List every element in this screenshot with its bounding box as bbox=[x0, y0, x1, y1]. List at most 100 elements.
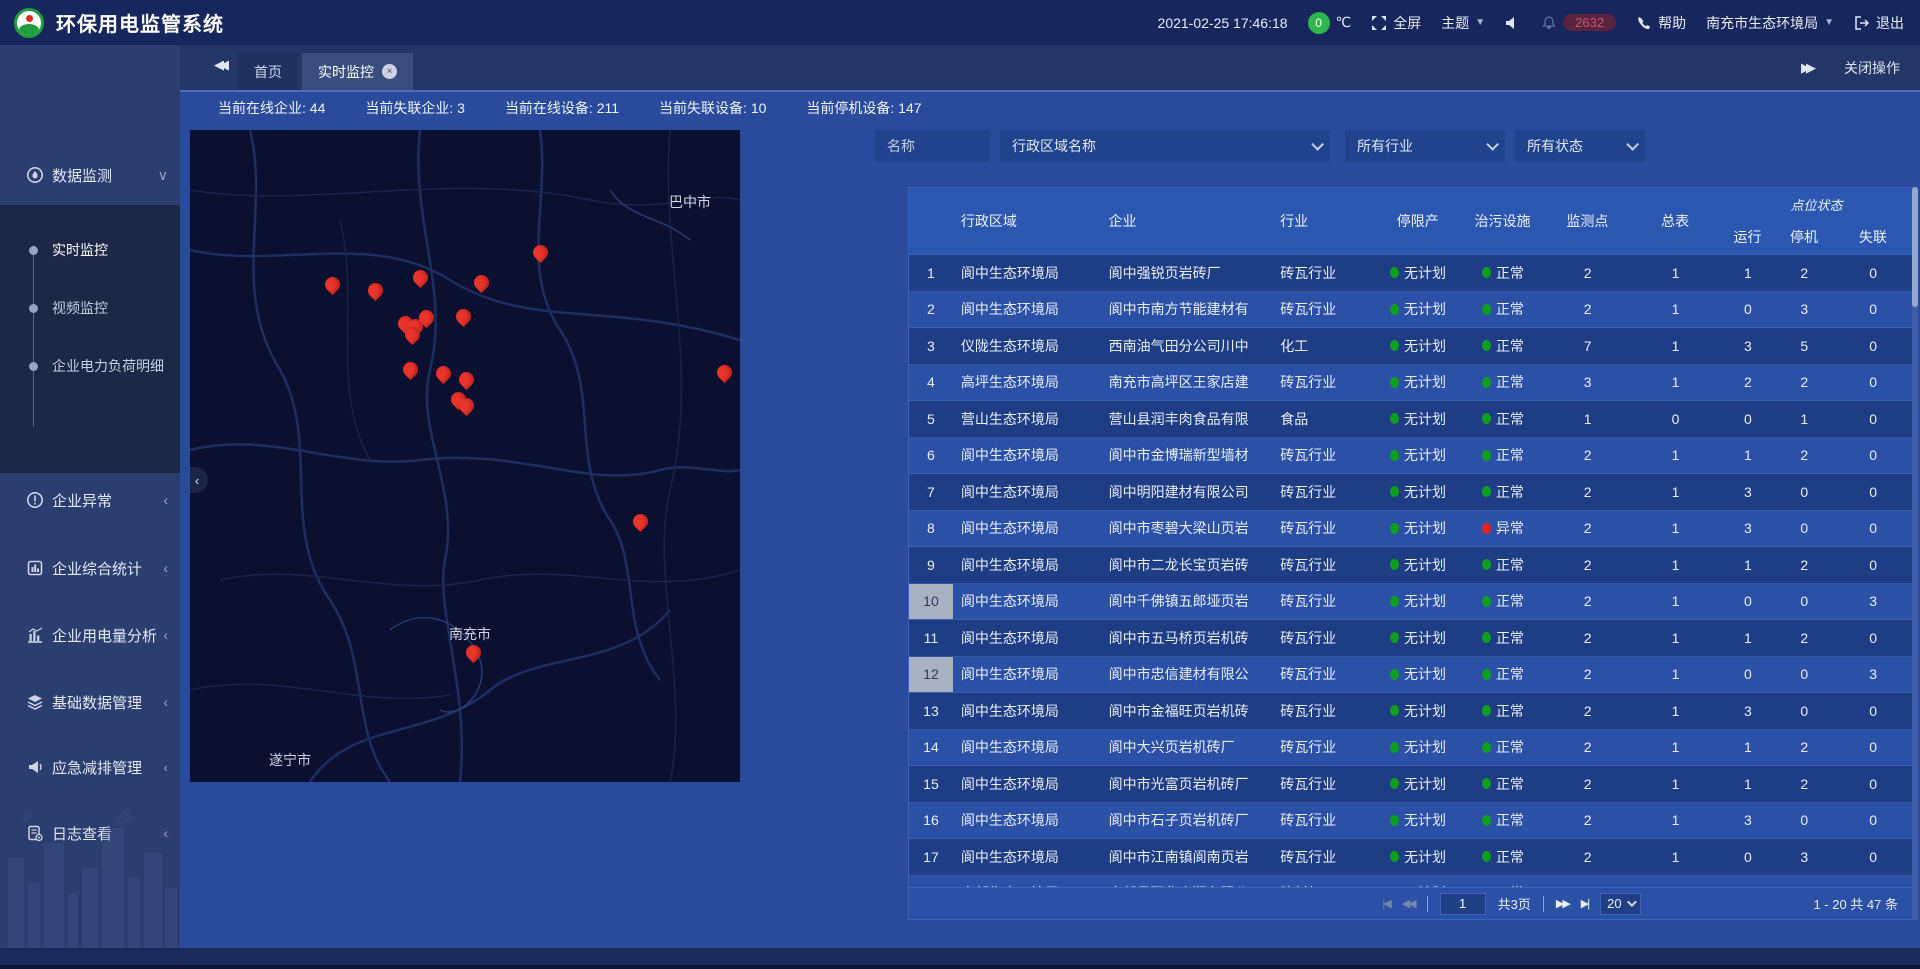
row-number: 15 bbox=[909, 766, 953, 802]
close-operations-button[interactable]: 关闭操作 bbox=[1844, 58, 1900, 78]
table-row[interactable]: 14阆中生态环境局阆中大兴页岩机砖厂砖瓦行业无计划正常21120 bbox=[909, 730, 1914, 767]
cell-mon: 2 bbox=[1544, 803, 1632, 839]
sidebar-item-3[interactable]: 企业用电量分析‹ bbox=[0, 605, 180, 665]
table-row[interactable]: 9阆中生态环境局阆中市二龙长宝页岩砖砖瓦行业无计划正常21120 bbox=[909, 547, 1914, 584]
table-row[interactable]: 7阆中生态环境局阆中明阳建材有限公司砖瓦行业无计划正常21300 bbox=[909, 474, 1914, 511]
name-filter-input[interactable] bbox=[875, 130, 990, 162]
table-row[interactable]: 13阆中生态环境局阆中市金福旺页岩机砖砖瓦行业无计划正常21300 bbox=[909, 693, 1914, 730]
tab-首页[interactable]: 首页 bbox=[238, 53, 298, 90]
status-dot-icon bbox=[1482, 413, 1491, 424]
sidebar-item-label: 基础数据管理 bbox=[52, 692, 142, 713]
row-number: 9 bbox=[909, 547, 953, 583]
cell-region: 阆中生态环境局 bbox=[953, 584, 1101, 620]
region-filter-select[interactable]: 行政区域名称 bbox=[1000, 130, 1330, 162]
table-row[interactable]: 1阆中生态环境局阆中强锐页岩砖厂砖瓦行业无计划正常21120 bbox=[909, 255, 1914, 292]
map-panel[interactable]: 巴中市南充市遂宁市 ‹ bbox=[190, 130, 740, 782]
sidebar-item-label: 数据监测 bbox=[52, 165, 112, 186]
cell-tot: 1 bbox=[1632, 803, 1720, 839]
row-number: 8 bbox=[909, 511, 953, 547]
tab-实时监控[interactable]: 实时监控× bbox=[302, 53, 413, 90]
cell-industry: 砖瓦行业 bbox=[1272, 511, 1374, 547]
table-row[interactable]: 16阆中生态环境局阆中市石子页岩机砖厂砖瓦行业无计划正常21300 bbox=[909, 803, 1914, 840]
stat-item-2: 当前在线设备: 211 bbox=[505, 98, 619, 122]
cell-run: 3 bbox=[1719, 328, 1776, 364]
next-page-button[interactable]: ▶▶ bbox=[1556, 897, 1569, 910]
fullscreen-button[interactable]: 全屏 bbox=[1371, 13, 1421, 33]
cell-stop: 1 bbox=[1776, 401, 1832, 437]
page-number-input[interactable] bbox=[1440, 893, 1486, 915]
notifications[interactable]: 2632 bbox=[1541, 14, 1616, 31]
last-page-button[interactable]: ▶| bbox=[1581, 897, 1588, 910]
sidebar-subitem-2[interactable]: 企业电力负荷明细 bbox=[0, 354, 180, 378]
temperature-badge: 0 bbox=[1308, 12, 1330, 34]
cell-industry: 砖瓦行业 bbox=[1272, 438, 1374, 474]
cell-industry: 砖瓦行业 bbox=[1272, 620, 1374, 656]
status-dot-icon bbox=[1390, 778, 1399, 789]
cell-facility: 正常 bbox=[1462, 365, 1544, 401]
sidebar-item-4[interactable]: 基础数据管理‹ bbox=[0, 672, 180, 732]
table-row[interactable]: 15阆中生态环境局阆中市光富页岩机砖厂砖瓦行业无计划正常21120 bbox=[909, 766, 1914, 803]
table-row[interactable]: 10阆中生态环境局阆中千佛镇五郎垭页岩砖瓦行业无计划正常21003 bbox=[909, 584, 1914, 621]
theme-menu[interactable]: 主题▼ bbox=[1441, 13, 1485, 33]
table-row[interactable]: 8阆中生态环境局阆中市枣碧大梁山页岩砖瓦行业无计划异常21300 bbox=[909, 511, 1914, 548]
sidebar-item-2[interactable]: 企业综合统计‹ bbox=[0, 538, 180, 598]
cell-industry: 砖瓦行业 bbox=[1272, 292, 1374, 328]
sidebar-item-5[interactable]: 应急减排管理‹ bbox=[0, 737, 180, 797]
logout-button[interactable]: 退出 bbox=[1854, 13, 1904, 33]
scrollbar-thumb[interactable] bbox=[1912, 187, 1918, 307]
sidebar-subitem-1[interactable]: 视频监控 bbox=[0, 296, 180, 320]
status-filter-select[interactable]: 所有状态 bbox=[1515, 130, 1645, 162]
tab-bar: ◀◀ 首页实时监控× ▶▶ 关闭操作 bbox=[180, 45, 1920, 90]
cell-facility: 正常 bbox=[1462, 584, 1544, 620]
page-size-select[interactable]: 20 bbox=[1600, 893, 1640, 915]
cell-stop: 0 bbox=[1776, 657, 1832, 693]
cell-industry: 砖瓦行业 bbox=[1272, 766, 1374, 802]
cell-lost: 0 bbox=[1832, 474, 1914, 510]
sidebar-submenu: 实时监控视频监控企业电力负荷明细 bbox=[0, 205, 180, 473]
first-page-button[interactable]: |◀ bbox=[1382, 897, 1389, 910]
table-row[interactable]: 3仪陇生态环境局西南油气田分公司川中化工无计划正常71350 bbox=[909, 328, 1914, 365]
table-row[interactable]: 11阆中生态环境局阆中市五马桥页岩机砖砖瓦行业无计划正常21120 bbox=[909, 620, 1914, 657]
cell-tot: 1 bbox=[1632, 657, 1720, 693]
table-row[interactable]: 5营山生态环境局营山县润丰肉食品有限食品无计划正常10010 bbox=[909, 401, 1914, 438]
skyline-watermark bbox=[0, 798, 180, 948]
cell-region: 阆中生态环境局 bbox=[953, 730, 1101, 766]
table-row[interactable]: 6阆中生态环境局阆中市金博瑞新型墙材砖瓦行业无计划正常21120 bbox=[909, 438, 1914, 475]
city-label-巴中市: 巴中市 bbox=[669, 192, 711, 212]
status-dot-icon bbox=[1482, 304, 1491, 315]
cell-run: 1 bbox=[1719, 438, 1776, 474]
sidebar-subitem-0[interactable]: 实时监控 bbox=[0, 238, 180, 262]
mute-button[interactable] bbox=[1505, 15, 1521, 31]
table-scrollbar[interactable] bbox=[1912, 187, 1918, 920]
table-row[interactable]: 12阆中生态环境局阆中市忠信建材有限公砖瓦行业无计划正常21003 bbox=[909, 657, 1914, 694]
table-row[interactable]: 17阆中生态环境局阆中市江南镇阆南页岩砖瓦行业无计划正常21030 bbox=[909, 839, 1914, 876]
status-dot-icon bbox=[1390, 267, 1399, 278]
table-row[interactable]: 2阆中生态环境局阆中市南方节能建材有砖瓦行业无计划正常21030 bbox=[909, 292, 1914, 329]
tab-close-icon[interactable]: × bbox=[382, 64, 397, 79]
row-number: 7 bbox=[909, 474, 953, 510]
main-content: 当前在线企业: 44当前失联企业: 3当前在线设备: 211当前失联设备: 10… bbox=[180, 90, 1920, 948]
name-input[interactable] bbox=[887, 138, 978, 154]
cell-lost: 0 bbox=[1832, 292, 1914, 328]
prev-page-button[interactable]: ◀◀ bbox=[1402, 897, 1415, 910]
scroll-tabs-right-icon[interactable]: ▶▶ bbox=[1801, 60, 1816, 76]
cell-facility: 正常 bbox=[1462, 730, 1544, 766]
org-menu[interactable]: 南充市生态环境局▼ bbox=[1706, 13, 1834, 33]
table-row[interactable]: 4高坪生态环境局南充市高坪区王家店建砖瓦行业无计划正常31220 bbox=[909, 365, 1914, 402]
collapse-tabs-left-icon[interactable]: ◀◀ bbox=[214, 57, 224, 73]
cell-tot: 1 bbox=[1632, 584, 1720, 620]
cell-run: 0 bbox=[1719, 839, 1776, 875]
sidebar-item-1[interactable]: 企业异常‹ bbox=[0, 470, 180, 530]
row-number: 13 bbox=[909, 693, 953, 729]
chevron-down-icon: ∨ bbox=[158, 167, 168, 184]
chevron-left-icon: ‹ bbox=[163, 759, 168, 775]
row-number: 4 bbox=[909, 365, 953, 401]
industry-filter-select[interactable]: 所有行业 bbox=[1345, 130, 1505, 162]
cell-region: 阆中生态环境局 bbox=[953, 255, 1101, 291]
sidebar-item-0[interactable]: 数据监测 ∨ bbox=[0, 145, 180, 205]
help-button[interactable]: 帮助 bbox=[1636, 13, 1686, 33]
cell-tot: 1 bbox=[1632, 292, 1720, 328]
cell-industry: 砖瓦行业 bbox=[1272, 474, 1374, 510]
cell-mon: 7 bbox=[1544, 328, 1632, 364]
cell-company: 阆中市枣碧大梁山页岩 bbox=[1101, 511, 1273, 547]
